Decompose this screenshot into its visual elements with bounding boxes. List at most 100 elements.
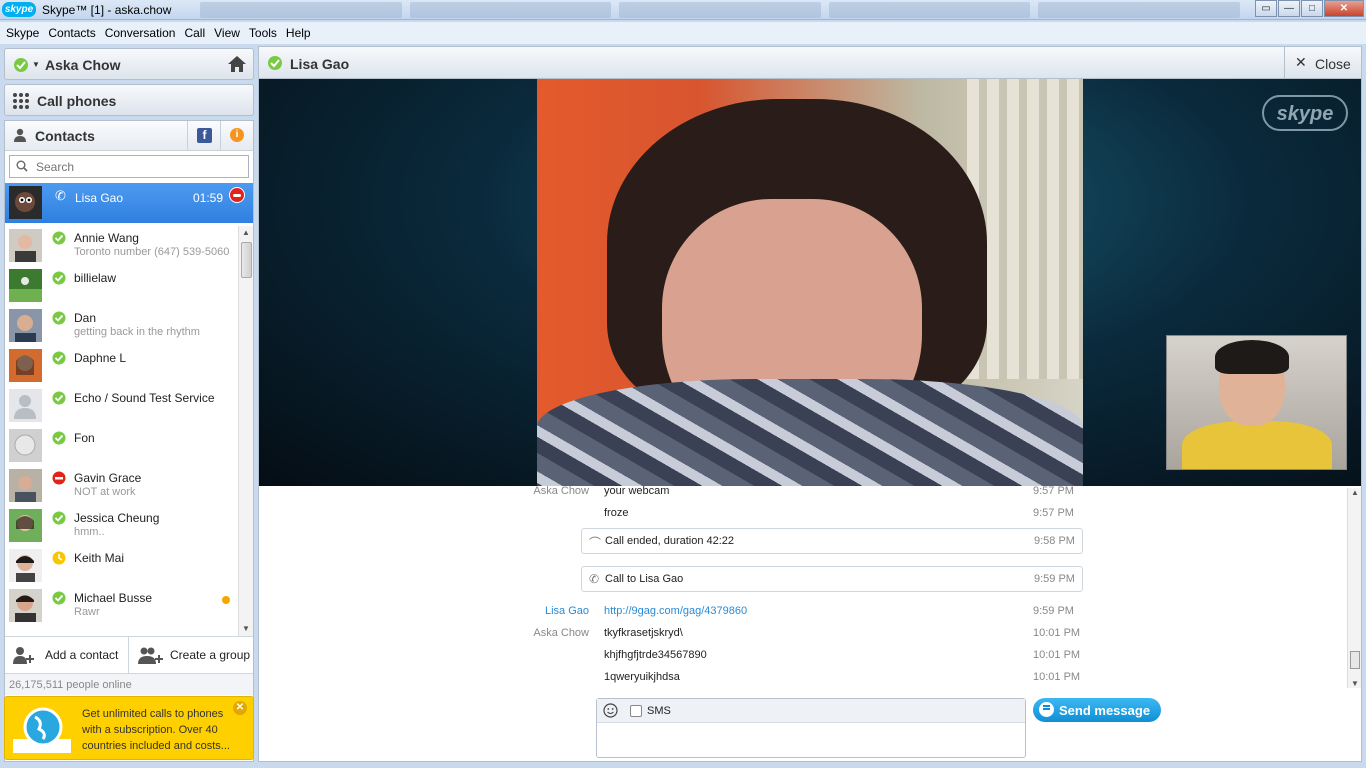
sms-label: SMS	[647, 705, 671, 717]
scroll-down-icon[interactable]: ▼	[239, 622, 253, 636]
contact-item[interactable]: Gavin Grace NOT at work	[5, 466, 237, 506]
send-message-button[interactable]: Send message	[1033, 698, 1161, 722]
online-status-icon	[14, 58, 28, 72]
online-status-icon	[52, 391, 66, 405]
message-time: 10:01 PM	[1033, 627, 1081, 639]
menu-call[interactable]: Call	[184, 26, 205, 40]
message-text: tkyfkrasetjskryd\	[604, 627, 683, 639]
facebook-tab[interactable]: f	[187, 121, 220, 151]
online-status-icon	[52, 591, 66, 605]
scroll-up-icon[interactable]: ▲	[239, 226, 253, 240]
contacts-scrollbar[interactable]: ▲ ▼	[238, 226, 253, 636]
user-status-bar[interactable]: ▼ Aska Chow	[4, 48, 254, 80]
avatar	[9, 549, 42, 582]
message-time: 10:01 PM	[1033, 649, 1081, 661]
chat-bubble-icon	[1039, 702, 1054, 717]
busy-status-icon	[52, 471, 66, 485]
close-icon: ✕	[1295, 54, 1307, 70]
phone-icon: ✆	[589, 572, 600, 586]
call-event: ✆ Call to Lisa Gao 9:59 PM	[581, 566, 1083, 592]
message-time: 9:57 PM	[1033, 507, 1074, 519]
chat-message: khjfhgfjtrde34567890 10:01 PM	[259, 646, 1347, 666]
contact-item[interactable]: Daphne L	[5, 346, 237, 386]
chat-scrollbar[interactable]: ▲ ▼	[1347, 488, 1361, 688]
menu-skype[interactable]: Skype	[6, 26, 39, 40]
scroll-thumb[interactable]	[241, 242, 252, 278]
chat-history: Aska Chow your webcam 9:57 PM froze 9:57…	[259, 486, 1347, 686]
scroll-up-icon[interactable]: ▲	[1348, 488, 1362, 497]
emoticon-icon[interactable]	[603, 703, 618, 718]
event-time: 9:58 PM	[1034, 535, 1075, 547]
call-event: ⌒ Call ended, duration 42:22 9:58 PM	[581, 528, 1083, 554]
notifications-tab[interactable]: i	[220, 121, 253, 151]
contact-item[interactable]: Fon	[5, 426, 237, 466]
promo-banner[interactable]: Get unlimited calls to phones with a sub…	[4, 696, 254, 760]
chat-message: Aska Chow tkyfkrasetjskryd\ 10:01 PM	[259, 624, 1347, 644]
remote-video	[537, 79, 1083, 486]
minimize-button[interactable]: —	[1278, 0, 1300, 17]
contact-mood: Toronto number (647) 539-5060	[74, 246, 230, 258]
maximize-button[interactable]: □	[1301, 0, 1323, 17]
promo-text: Get unlimited calls to phones with a sub…	[82, 708, 230, 752]
active-call-row[interactable]: ✆ Lisa Gao 01:59	[5, 183, 253, 223]
message-input[interactable]	[601, 726, 1019, 754]
message-text: 1qweryuikjhdsa	[604, 671, 680, 683]
left-panel: ▼ Aska Chow Call phones Contacts f i ✆ L…	[4, 46, 254, 762]
menu-contacts[interactable]: Contacts	[48, 26, 95, 40]
menu-help[interactable]: Help	[286, 26, 311, 40]
close-window-button[interactable]: ✕	[1324, 0, 1364, 17]
contact-item[interactable]: Jessica Cheung hmm..	[5, 506, 237, 546]
contact-item[interactable]: Keith Mai	[5, 546, 237, 586]
composer-toolbar: SMS	[597, 699, 1025, 723]
chat-message: 1qweryuikjhdsa 10:01 PM	[259, 668, 1347, 686]
contact-name: Annie Wang	[74, 231, 139, 245]
avatar	[9, 269, 42, 302]
scroll-thumb[interactable]	[1350, 651, 1360, 669]
title-bar: skype Skype™ [1] - aska.chow ▭ — □ ✕	[0, 0, 1366, 20]
create-group-label: Create a group	[170, 648, 251, 662]
video-area[interactable]: skype	[259, 79, 1361, 486]
chevron-down-icon: ▼	[32, 60, 40, 69]
contact-item[interactable]: billielaw	[5, 266, 237, 306]
contact-item[interactable]: Echo / Sound Test Service	[5, 386, 237, 426]
message-text: khjfhgfjtrde34567890	[604, 649, 707, 661]
contacts-header: Contacts f i	[5, 121, 253, 151]
sms-checkbox[interactable]	[630, 705, 642, 717]
group-icon	[138, 647, 163, 664]
self-view-video[interactable]	[1166, 335, 1347, 470]
message-composer: SMS	[596, 698, 1026, 758]
avatar	[9, 389, 42, 422]
notification-dot	[222, 596, 230, 604]
close-conversation-button[interactable]: ✕ Close	[1284, 47, 1361, 78]
contact-item[interactable]: Dan getting back in the rhythm	[5, 306, 237, 346]
contacts-tab[interactable]: Contacts	[35, 128, 95, 144]
contact-mood: getting back in the rhythm	[74, 326, 200, 338]
menu-tools[interactable]: Tools	[249, 26, 277, 40]
menu-conversation[interactable]: Conversation	[105, 26, 176, 40]
menu-view[interactable]: View	[214, 26, 240, 40]
scroll-down-icon[interactable]: ▼	[1348, 679, 1362, 688]
hangup-icon[interactable]	[229, 187, 245, 203]
add-person-icon	[13, 647, 34, 664]
phone-icon: ✆	[55, 188, 66, 203]
message-text: your webcam	[604, 486, 670, 497]
call-phones-label: Call phones	[37, 93, 117, 109]
close-icon[interactable]: ✕	[233, 701, 247, 715]
message-link[interactable]: http://9gag.com/gag/4379860	[604, 605, 747, 617]
online-status-icon	[268, 56, 282, 70]
avatar	[9, 186, 42, 219]
add-contact-button[interactable]: Add a contact	[5, 637, 129, 673]
message-sender: Aska Chow	[533, 627, 589, 639]
contact-item[interactable]: Michael Busse Rawr	[5, 586, 237, 626]
conversation-panel: Lisa Gao ✕ Close skype ••• Aska Chow you…	[258, 46, 1362, 762]
avatar	[9, 349, 42, 382]
restore-icon[interactable]: ▭	[1255, 0, 1277, 17]
home-icon[interactable]	[227, 55, 247, 73]
call-phones-button[interactable]: Call phones	[4, 84, 254, 116]
avatar	[9, 229, 42, 262]
create-group-button[interactable]: Create a group	[130, 637, 253, 673]
send-message-label: Send message	[1059, 703, 1151, 718]
contact-item[interactable]: Annie Wang Toronto number (647) 539-5060	[5, 226, 237, 266]
online-status-icon	[52, 431, 66, 445]
search-input[interactable]	[36, 158, 236, 175]
